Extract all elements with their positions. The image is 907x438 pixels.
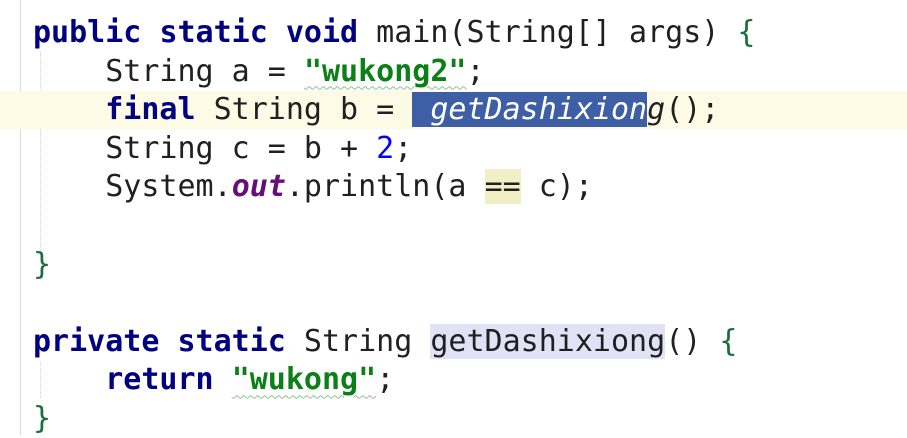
code-token: == [484, 169, 521, 205]
code-token: String a = [33, 53, 304, 89]
code-token: getDashixiong [430, 323, 666, 359]
code-token: final [105, 92, 196, 128]
code-token: { [737, 15, 756, 50]
code-text: final String b = getDashixiong(); [33, 91, 719, 129]
code-line[interactable]: } [0, 246, 907, 284]
code-line[interactable] [0, 207, 907, 245]
code-line[interactable]: private static String getDashixiong() { [0, 323, 907, 361]
code-token: } [33, 401, 52, 436]
code-token: g [647, 92, 666, 128]
code-token: ; [466, 53, 485, 89]
code-token: "wukong2" [303, 53, 467, 89]
code-token: System. [33, 169, 232, 205]
code-line[interactable]: System.out.println(a == c); [0, 168, 907, 206]
code-token: () [665, 323, 720, 359]
code-token: void [285, 15, 359, 50]
code-line[interactable]: String a = "wukong2"; [0, 53, 907, 91]
code-token: String c = b + [33, 130, 377, 166]
code-token: c); [520, 169, 593, 205]
code-token: 2 [376, 130, 395, 166]
code-text: String a = "wukong2"; [33, 53, 485, 91]
code-token: main(String[] args) [358, 15, 738, 50]
code-text: } [33, 246, 51, 284]
code-token: static [159, 15, 268, 50]
code-token: static [177, 323, 286, 359]
code-text: public static void main(String[] args) { [33, 14, 755, 52]
code-token: return [105, 362, 214, 398]
code-text: String c = b + 2; [33, 130, 412, 168]
code-line[interactable]: public static void main(String[] args) { [0, 14, 907, 52]
code-token: { [719, 323, 738, 359]
code-token: String [285, 323, 431, 359]
code-line[interactable]: } [0, 400, 907, 438]
selected-text: getDashixion [412, 92, 648, 128]
code-text: private static String getDashixiong() { [33, 323, 737, 361]
code-token: private [33, 323, 160, 359]
code-line[interactable]: return "wukong"; [0, 361, 907, 399]
code-line-current[interactable]: final String b = getDashixiong(); [0, 91, 907, 130]
code-line[interactable]: String c = b + 2; [0, 130, 907, 168]
code-text: return "wukong"; [33, 361, 394, 399]
code-editor[interactable]: public static void main(String[] args) {… [0, 0, 907, 438]
code-token: .println(a [285, 169, 485, 205]
code-text: } [33, 400, 51, 438]
code-line[interactable] [0, 284, 907, 322]
code-token: public [33, 15, 142, 50]
code-token: (); [665, 92, 720, 128]
code-token: } [33, 246, 52, 282]
code-text: System.out.println(a == c); [33, 168, 593, 206]
code-token: ; [394, 130, 413, 166]
code-token: out [231, 169, 286, 205]
code-token: ; [376, 362, 395, 398]
code-token: String b = [195, 92, 413, 128]
code-token: "wukong" [231, 362, 377, 398]
